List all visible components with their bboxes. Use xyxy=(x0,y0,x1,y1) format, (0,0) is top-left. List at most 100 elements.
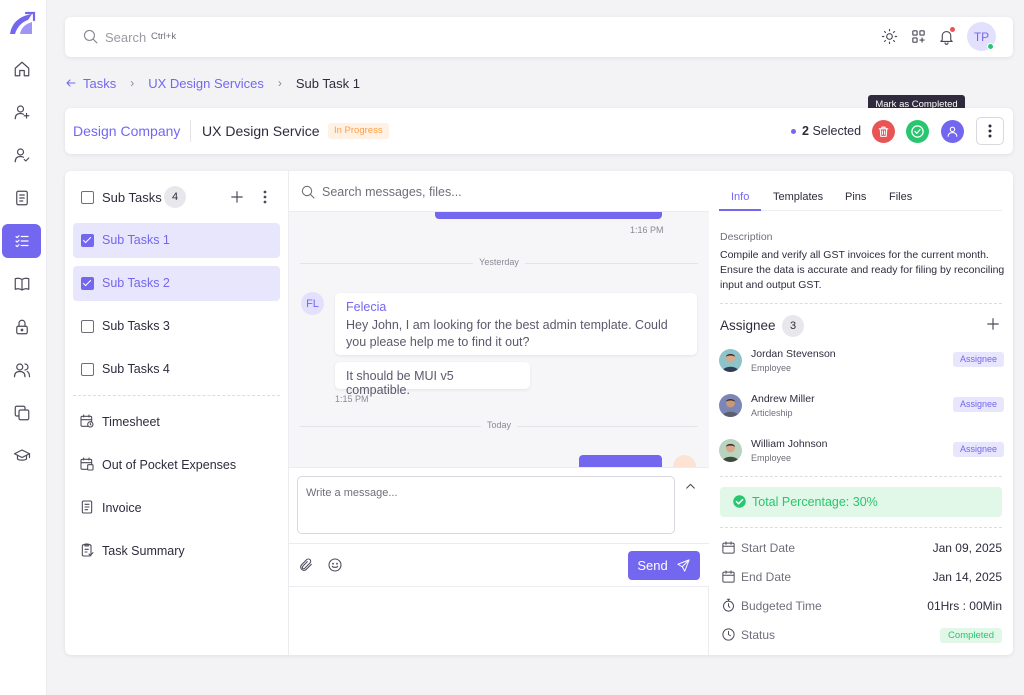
selected-label: Selected xyxy=(812,124,862,138)
invoice-icon xyxy=(79,499,95,515)
add-subtask-icon[interactable] xyxy=(230,190,244,204)
breadcrumb-tasks[interactable]: Tasks xyxy=(83,76,116,91)
assignee-tag: Assignee xyxy=(952,397,1004,412)
assignee-row[interactable]: Jordan Stevenson Employee Assignee xyxy=(719,347,1004,377)
message-bubble: Felecia Hey John, I am looking for the b… xyxy=(335,293,697,355)
more-options-button[interactable] xyxy=(976,117,1004,145)
description-label: Description xyxy=(720,231,773,243)
subtask-checkbox[interactable] xyxy=(81,320,94,333)
subtask-item[interactable]: Sub Tasks 3 xyxy=(73,309,280,344)
timesheet-link[interactable]: Timesheet xyxy=(79,412,279,432)
total-percentage-alert: Total Percentage: 30% xyxy=(720,487,1002,517)
add-assignee-icon[interactable] xyxy=(986,317,1000,331)
assignee-count-badge: 3 xyxy=(782,315,804,337)
logo-icon[interactable] xyxy=(2,6,41,40)
graduation-cap-icon[interactable] xyxy=(2,439,41,473)
divider xyxy=(720,476,1002,477)
subtask-checkbox[interactable] xyxy=(81,277,94,290)
emoji-icon[interactable] xyxy=(327,557,343,573)
expenses-label: Out of Pocket Expenses xyxy=(102,458,237,472)
tab-templates[interactable]: Templates xyxy=(773,191,823,203)
search-icon[interactable] xyxy=(82,28,99,45)
chat-messages[interactable]: 1:16 PM Yesterday FL Felecia Hey John, I… xyxy=(289,212,709,467)
task-header: Design Company UX Design Service In Prog… xyxy=(65,108,1013,154)
calendar-clock-icon xyxy=(79,413,95,429)
tab-pins[interactable]: Pins xyxy=(845,191,866,203)
assignee-tag: Assignee xyxy=(952,442,1004,457)
send-icon xyxy=(677,559,690,572)
subtasks-more-icon[interactable] xyxy=(263,190,267,204)
subtask-checkbox[interactable] xyxy=(81,363,94,376)
breadcrumb-separator-icon: › xyxy=(277,76,282,90)
assignee-title: Assignee xyxy=(720,318,776,333)
message-input[interactable]: Write a message... xyxy=(297,476,675,534)
divider xyxy=(289,543,709,544)
calendar-receipt-icon xyxy=(79,456,95,472)
book-icon[interactable] xyxy=(2,267,41,301)
copy-icon[interactable] xyxy=(2,396,41,430)
back-arrow-icon[interactable] xyxy=(65,77,77,89)
subtask-checkbox[interactable] xyxy=(81,234,94,247)
paperclip-icon[interactable] xyxy=(298,557,314,573)
tasks-icon[interactable] xyxy=(2,224,41,258)
home-icon[interactable] xyxy=(2,52,41,86)
avatar xyxy=(719,439,742,462)
subtask-item[interactable]: Sub Tasks 4 xyxy=(73,352,280,387)
chevron-up-icon[interactable] xyxy=(684,480,697,493)
chat-search-bar[interactable]: Search messages, files... xyxy=(289,171,709,212)
own-avatar xyxy=(673,455,696,467)
message-time: 1:16 PM xyxy=(630,225,664,235)
breadcrumb-service[interactable]: UX Design Services xyxy=(148,76,264,91)
task-summary-link[interactable]: Task Summary xyxy=(79,541,279,561)
invoice-link[interactable]: Invoice xyxy=(79,498,279,518)
calendar-icon xyxy=(721,569,736,584)
status-row: Status Completed xyxy=(721,626,1002,644)
lock-icon[interactable] xyxy=(2,310,41,344)
user-add-icon[interactable] xyxy=(2,95,41,129)
grid-add-icon[interactable] xyxy=(910,28,927,45)
divider xyxy=(73,395,280,396)
subtask-item[interactable]: Sub Tasks 1 xyxy=(73,223,280,258)
send-button[interactable]: Send xyxy=(628,551,700,580)
service-name: UX Design Service xyxy=(202,123,320,139)
document-icon[interactable] xyxy=(2,181,41,215)
budgeted-time-value: 01Hrs : 00Min xyxy=(927,599,1002,613)
chat-search-input[interactable]: Search messages, files... xyxy=(322,185,462,199)
online-status-dot xyxy=(987,43,994,50)
description-text: Compile and verify all GST invoices for … xyxy=(720,249,1005,291)
expenses-link[interactable]: Out of Pocket Expenses xyxy=(79,455,279,475)
search-shortcut: Ctrl+k xyxy=(151,31,177,42)
assign-user-button[interactable] xyxy=(941,120,964,143)
select-all-checkbox[interactable] xyxy=(81,191,94,204)
message-composer: Write a message... Send xyxy=(289,467,709,587)
tab-info[interactable]: Info xyxy=(731,191,749,203)
avatar xyxy=(719,349,742,372)
message-bubble: It should be MUI v5 compatible. xyxy=(335,362,530,397)
sender-name: Felecia xyxy=(346,300,387,314)
assignee-row[interactable]: William Johnson Employee Assignee xyxy=(719,437,1004,467)
users-icon[interactable] xyxy=(2,353,41,387)
end-date-value: Jan 14, 2025 xyxy=(932,570,1002,584)
search-icon xyxy=(300,184,316,200)
assignee-role: Employee xyxy=(751,363,792,373)
status-badge: In Progress xyxy=(328,123,389,139)
subtask-label: Sub Tasks 2 xyxy=(102,276,170,290)
divider xyxy=(190,120,191,142)
sun-icon[interactable] xyxy=(881,28,898,45)
stopwatch-icon xyxy=(721,598,736,613)
assignee-row[interactable]: Andrew Miller Articleship Assignee xyxy=(719,392,1004,422)
subtask-item[interactable]: Sub Tasks 2 xyxy=(73,266,280,301)
breadcrumb-current: Sub Task 1 xyxy=(295,75,360,91)
timesheet-label: Timesheet xyxy=(102,415,160,429)
delete-button[interactable] xyxy=(872,120,895,143)
start-date-label: Start Date xyxy=(741,541,796,555)
company-name[interactable]: Design Company xyxy=(73,123,180,139)
tab-files[interactable]: Files xyxy=(889,191,912,203)
budgeted-time-row: Budgeted Time 01Hrs : 00Min xyxy=(721,597,1002,615)
user-check-icon[interactable] xyxy=(2,138,41,172)
mark-completed-button[interactable] xyxy=(906,120,929,143)
search-input[interactable]: Search xyxy=(105,30,146,45)
assignee-name: Jordan Stevenson xyxy=(751,348,836,360)
send-label: Send xyxy=(637,558,668,573)
end-date-row: End Date Jan 14, 2025 xyxy=(721,568,1002,586)
